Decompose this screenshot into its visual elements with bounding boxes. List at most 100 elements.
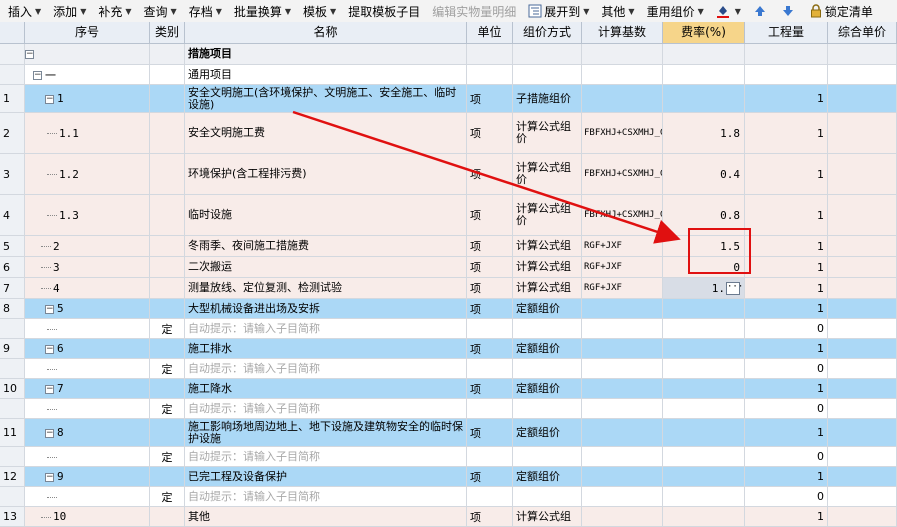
qty-cell[interactable]: 1 (745, 154, 828, 195)
unit-cell[interactable]: 项 (467, 419, 513, 447)
qty-cell[interactable]: 1 (745, 339, 828, 359)
table-row[interactable]: 11−8 施工影响场地周边地上、地下设施及建筑物安全的临时保护设施项定额组价 1 (0, 419, 897, 447)
qty-cell[interactable]: 1 (745, 113, 828, 154)
toolbar-item-6[interactable]: 模板 ▼ (295, 0, 340, 22)
unit-cell[interactable] (467, 399, 513, 419)
toolbar-item-4[interactable]: 存档 ▼ (181, 0, 226, 22)
unit-cell[interactable] (467, 359, 513, 379)
unit-price-cell[interactable] (828, 399, 897, 419)
rate-cell[interactable] (663, 467, 745, 487)
seq-cell[interactable]: −6 (25, 339, 150, 359)
type-cell[interactable] (150, 379, 185, 399)
name-cell[interactable]: 其他 (185, 507, 467, 527)
name-cell[interactable]: 临时设施 (185, 195, 467, 236)
base-cell[interactable] (582, 359, 663, 379)
row-number[interactable]: 12 (0, 467, 25, 487)
method-cell[interactable] (513, 65, 582, 85)
row-number[interactable] (0, 319, 25, 339)
qty-cell[interactable]: 0 (745, 399, 828, 419)
qty-cell[interactable] (745, 44, 828, 65)
base-cell[interactable]: RGF+JXF (582, 278, 663, 299)
rate-cell[interactable] (663, 419, 745, 447)
type-cell[interactable] (150, 85, 185, 113)
base-cell[interactable] (582, 467, 663, 487)
seq-cell[interactable] (25, 399, 150, 419)
table-row[interactable]: 10−7 施工降水项定额组价 1 (0, 379, 897, 399)
method-cell[interactable]: 定额组价 (513, 419, 582, 447)
type-cell[interactable] (150, 44, 185, 65)
unit-price-cell[interactable] (828, 487, 897, 507)
type-cell[interactable] (150, 113, 185, 154)
row-number[interactable]: 4 (0, 195, 25, 236)
qty-cell[interactable]: 1 (745, 467, 828, 487)
collapse-toggle-icon[interactable]: − (45, 428, 54, 438)
toolbar-item-0[interactable]: 插入 ▼ (0, 0, 45, 22)
column-header-corner[interactable] (0, 22, 25, 44)
collapse-toggle-icon[interactable]: − (45, 344, 54, 354)
name-cell[interactable]: 安全文明施工费 (185, 113, 467, 154)
name-cell[interactable]: 通用项目 (185, 65, 467, 85)
column-header[interactable]: 名称 (185, 22, 467, 44)
row-number[interactable] (0, 65, 25, 85)
qty-cell[interactable]: 0 (745, 447, 828, 467)
seq-cell[interactable]: 1.3 (25, 195, 150, 236)
collapse-toggle-icon[interactable]: − (33, 70, 42, 80)
rate-cell[interactable]: 0.4 (663, 154, 745, 195)
unit-cell[interactable] (467, 65, 513, 85)
type-cell[interactable]: 定 (150, 319, 185, 339)
toolbar-item-11[interactable]: 重用组价 ▼ (639, 0, 708, 22)
type-cell[interactable] (150, 467, 185, 487)
type-cell[interactable]: 定 (150, 399, 185, 419)
seq-cell[interactable]: −9 (25, 467, 150, 487)
method-cell[interactable]: 计算公式组价 (513, 154, 582, 195)
toolbar-item-paint-bucket[interactable]: ▼ (708, 0, 745, 22)
method-cell[interactable] (513, 44, 582, 65)
table-row[interactable]: 13 10 其他 项 计算公式组 1 (0, 507, 897, 527)
name-cell[interactable]: 测量放线、定位复测、检测试验 (185, 278, 467, 299)
method-cell[interactable] (513, 487, 582, 507)
column-header[interactable]: 序号 (25, 22, 150, 44)
row-number[interactable] (0, 359, 25, 379)
base-cell[interactable] (582, 507, 663, 527)
seq-cell[interactable] (25, 359, 150, 379)
row-number[interactable]: 1 (0, 85, 25, 113)
qty-cell[interactable]: 1 (745, 299, 828, 319)
rate-cell[interactable]: 1.5 (663, 236, 745, 257)
rate-cell[interactable] (663, 65, 745, 85)
base-cell[interactable] (582, 399, 663, 419)
base-cell[interactable] (582, 419, 663, 447)
unit-cell[interactable]: 项 (467, 299, 513, 319)
base-cell[interactable] (582, 339, 663, 359)
qty-cell[interactable]: 1 (745, 257, 828, 278)
toolbar-item-arrow-down[interactable] (773, 0, 801, 22)
row-number[interactable]: 7 (0, 278, 25, 299)
toolbar-item-3[interactable]: 查询 ▼ (136, 0, 181, 22)
base-cell[interactable] (582, 85, 663, 113)
row-number[interactable]: 13 (0, 507, 25, 527)
table-row[interactable]: 9−6 施工排水项定额组价 1 (0, 339, 897, 359)
name-cell[interactable]: 环境保护(含工程排污费) (185, 154, 467, 195)
type-cell[interactable] (150, 339, 185, 359)
base-cell[interactable] (582, 299, 663, 319)
row-number[interactable]: 3 (0, 154, 25, 195)
table-row[interactable]: 定 自动提示：请输入子目简称 0 (0, 359, 897, 379)
unit-price-cell[interactable] (828, 257, 897, 278)
row-number[interactable]: 10 (0, 379, 25, 399)
seq-cell[interactable] (25, 447, 150, 467)
rate-cell[interactable] (663, 399, 745, 419)
toolbar-item-2[interactable]: 补充 ▼ (90, 0, 135, 22)
rate-edit-value[interactable]: 1. (712, 282, 725, 295)
base-cell[interactable]: RGF+JXF (582, 257, 663, 278)
type-cell[interactable] (150, 278, 185, 299)
unit-cell[interactable]: 项 (467, 257, 513, 278)
method-cell[interactable]: 子措施组价 (513, 85, 582, 113)
unit-price-cell[interactable] (828, 467, 897, 487)
base-cell[interactable] (582, 487, 663, 507)
rate-cell[interactable] (663, 85, 745, 113)
table-row[interactable]: 8−5 大型机械设备进出场及安拆项定额组价 1 (0, 299, 897, 319)
rate-cell[interactable] (663, 339, 745, 359)
table-row[interactable]: 定 自动提示：请输入子目简称 0 (0, 487, 897, 507)
row-number[interactable] (0, 399, 25, 419)
rate-cell[interactable]: 1.8 (663, 113, 745, 154)
qty-cell[interactable]: 1 (745, 278, 828, 299)
